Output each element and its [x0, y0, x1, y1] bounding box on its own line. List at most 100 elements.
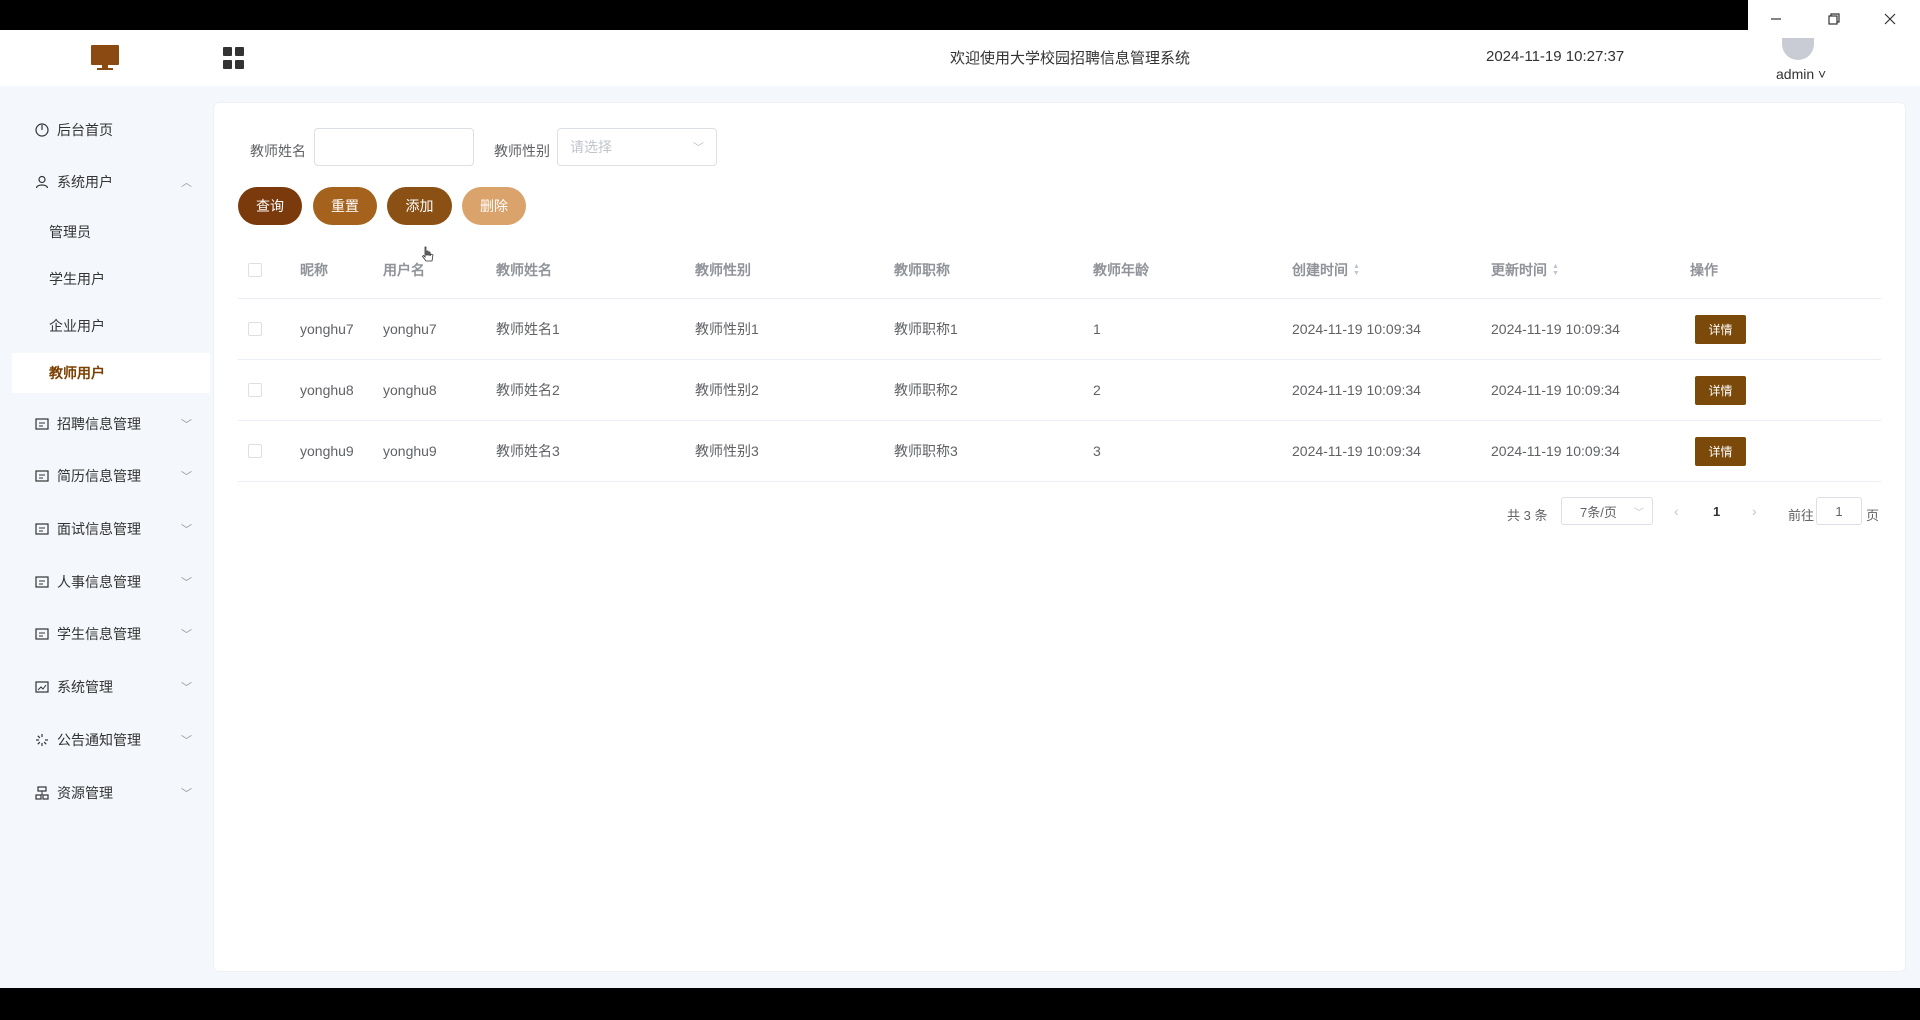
detail-button[interactable]: 详情 — [1695, 314, 1746, 344]
sidebar-item-label: 学生信息管理 — [57, 626, 141, 642]
sidebar-item-label: 面试信息管理 — [57, 521, 141, 537]
page-number[interactable]: 1 — [1713, 504, 1720, 519]
sidebar-subitem-label: 教师用户 — [49, 365, 105, 381]
avatar[interactable] — [1782, 38, 1814, 60]
header-username[interactable]: 用户名 — [383, 241, 425, 298]
list-icon — [34, 468, 50, 484]
sort-icon[interactable]: ▲ ▼ — [1353, 263, 1360, 277]
sidebar-item-student-info[interactable]: 学生信息管理 ﹀ — [12, 612, 210, 656]
chevron-down-icon: ﹀ — [181, 471, 192, 483]
teacher-name-label: 教师姓名 — [250, 143, 306, 159]
cell-teacher-title: 教师职称3 — [894, 443, 958, 459]
sidebar: 后台首页 系统用户 ︿ 管理员 学生用户 企业用户 教师用户 招聘信息管理 ﹀ … — [0, 86, 210, 988]
sidebar-item-resources[interactable]: 资源管理 ﹀ — [12, 771, 210, 815]
cell-created-time: 2024-11-19 10:09:34 — [1292, 382, 1421, 398]
cell-actions: 详情 — [1695, 360, 1746, 420]
sidebar-subitem-admin[interactable]: 管理员 — [12, 212, 210, 252]
sidebar-item-hr[interactable]: 人事信息管理 ﹀ — [12, 560, 210, 604]
header-label: 更新时间 — [1491, 261, 1547, 278]
cell-updated-time: 2024-11-19 10:09:34 — [1491, 321, 1620, 337]
cell-teacher-name: 教师姓名2 — [496, 382, 560, 398]
header-teacher-gender[interactable]: 教师性别 — [695, 241, 751, 298]
header-updated-time[interactable]: 更新时间 ▲ ▼ — [1491, 241, 1559, 298]
sidebar-item-label: 人事信息管理 — [57, 574, 141, 590]
header-created-time[interactable]: 创建时间 ▲ ▼ — [1292, 241, 1360, 298]
header-teacher-name[interactable]: 教师姓名 — [496, 241, 552, 298]
list-icon — [34, 416, 50, 432]
chevron-down-icon: ﹀ — [181, 735, 192, 747]
cell-nickname: yonghu7 — [300, 321, 354, 337]
header-teacher-title[interactable]: 教师职称 — [894, 241, 950, 298]
teacher-gender-select[interactable]: 请选择 ﹀ — [557, 128, 717, 166]
cell-username: yonghu9 — [383, 443, 437, 459]
sidebar-subitem-companies[interactable]: 企业用户 — [12, 306, 210, 346]
cell-teacher-title: 教师职称2 — [894, 382, 958, 398]
cell-actions: 详情 — [1695, 299, 1746, 359]
select-placeholder: 请选择 — [570, 139, 612, 155]
cell-teacher-age: 1 — [1093, 321, 1101, 337]
chevron-up-icon: ︿ — [181, 177, 192, 189]
detail-button[interactable]: 详情 — [1695, 375, 1746, 405]
teacher-table: 昵称 用户名 教师姓名 教师性别 教师职称 教师年龄 创建时间 ▲ ▼ 更新时间 ▲ ▼… — [238, 241, 1881, 482]
cell-teacher-gender: 教师性别1 — [695, 321, 759, 337]
list-icon — [34, 521, 50, 537]
select-all-checkbox[interactable] — [248, 262, 262, 277]
monitor-logo-icon — [90, 42, 120, 72]
row-checkbox[interactable] — [248, 322, 262, 336]
sidebar-subitem-teachers[interactable]: 教师用户 — [12, 353, 210, 393]
goto-page-input[interactable]: 1 — [1816, 497, 1862, 525]
sidebar-item-dashboard[interactable]: 后台首页 — [12, 108, 210, 152]
sidebar-subitem-label: 学生用户 — [49, 271, 105, 287]
cell-created-time: 2024-11-19 10:09:34 — [1292, 321, 1421, 337]
cell-username: yonghu8 — [383, 382, 437, 398]
main-content: 教师姓名 教师性别 请选择 ﹀ 查询 重置 添加 删除 昵称 用户名 教师姓名 … — [213, 102, 1906, 972]
row-select-cell — [248, 421, 262, 481]
cell-nickname: yonghu9 — [300, 443, 354, 459]
user-menu[interactable]: admin ˅ — [1776, 66, 1826, 82]
sidebar-subitem-students[interactable]: 学生用户 — [12, 259, 210, 299]
mouse-cursor-icon — [421, 246, 434, 262]
current-datetime: 2024-11-19 10:27:37 — [1486, 48, 1625, 65]
sidebar-item-resume[interactable]: 简历信息管理 ﹀ — [12, 454, 210, 498]
cell-created-time: 2024-11-19 10:09:34 — [1292, 443, 1421, 459]
next-page-icon[interactable]: › — [1752, 503, 1757, 519]
add-button[interactable]: 添加 — [387, 187, 452, 225]
page-suffix: 页 — [1866, 508, 1880, 523]
cell-teacher-title: 教师职称1 — [894, 321, 958, 337]
chevron-down-icon: ﹀ — [181, 524, 192, 536]
page-size-value: 7条/页 — [1580, 504, 1617, 520]
chevron-down-icon: ﹀ — [181, 577, 192, 589]
teacher-name-input[interactable] — [314, 128, 474, 166]
sidebar-subitem-label: 管理员 — [49, 224, 91, 240]
query-button[interactable]: 查询 — [238, 187, 302, 225]
sidebar-item-system-users[interactable]: 系统用户 ︿ — [12, 160, 210, 204]
prev-page-icon[interactable]: ‹ — [1674, 503, 1679, 519]
detail-button[interactable]: 详情 — [1695, 436, 1746, 466]
sort-icon[interactable]: ▲ ▼ — [1552, 263, 1559, 277]
chevron-down-icon: ﹀ — [693, 142, 704, 154]
reset-button[interactable]: 重置 — [313, 187, 377, 225]
header-nickname[interactable]: 昵称 — [300, 241, 328, 298]
cell-teacher-age: 2 — [1093, 382, 1101, 398]
delete-button[interactable]: 删除 — [462, 187, 526, 225]
app-title: 欢迎使用大学校园招聘信息管理系统 — [949, 50, 1190, 67]
row-select-cell — [248, 360, 262, 420]
row-checkbox[interactable] — [248, 444, 262, 458]
table-row: yonghu8 yonghu8 教师姓名2 教师性别2 教师职称2 2 2024… — [238, 360, 1881, 421]
chevron-down-icon: ﹀ — [1634, 507, 1644, 519]
sidebar-item-system[interactable]: 系统管理 ﹀ — [12, 665, 210, 709]
sidebar-item-recruitment[interactable]: 招聘信息管理 ﹀ — [12, 402, 210, 446]
network-icon — [34, 785, 50, 801]
menu-grid-icon[interactable] — [223, 47, 245, 69]
sidebar-item-notices[interactable]: 公告通知管理 ﹀ — [12, 718, 210, 762]
page-size-select[interactable]: 7条/页 ﹀ — [1561, 497, 1653, 525]
table-header-row: 昵称 用户名 教师姓名 教师性别 教师职称 教师年龄 创建时间 ▲ ▼ 更新时间 ▲ ▼… — [238, 241, 1881, 299]
chart-icon — [34, 679, 50, 695]
row-checkbox[interactable] — [248, 383, 262, 397]
sidebar-subitem-label: 企业用户 — [49, 318, 105, 334]
window-titlebar — [0, 0, 1920, 30]
cell-username: yonghu7 — [383, 321, 437, 337]
list-icon — [34, 574, 50, 590]
sidebar-item-interview[interactable]: 面试信息管理 ﹀ — [12, 507, 210, 551]
header-teacher-age[interactable]: 教师年龄 — [1093, 241, 1149, 298]
